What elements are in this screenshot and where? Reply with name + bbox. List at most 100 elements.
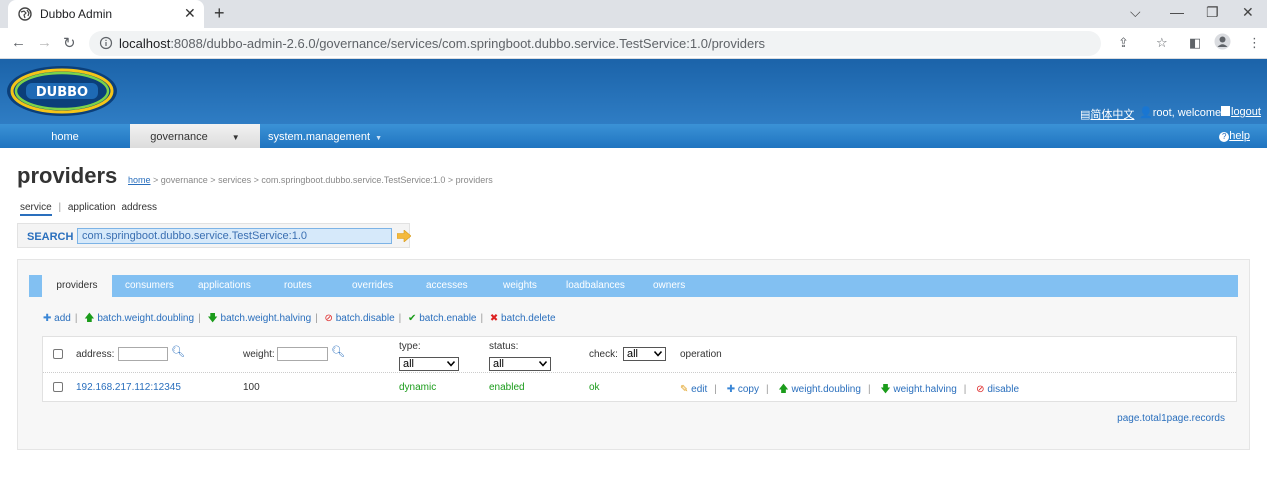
type-filter-select[interactable]: all <box>399 357 459 371</box>
search-box: SEARCH <box>17 223 411 248</box>
forward-icon[interactable]: → <box>37 34 52 51</box>
tab-search-icon[interactable]: ⌵ <box>1130 4 1141 21</box>
menu-home[interactable]: home <box>0 124 130 148</box>
share-icon[interactable]: ⇪ <box>1118 35 1129 51</box>
chevron-down-icon <box>654 351 662 357</box>
welcome-text: root, welcome <box>1152 107 1222 119</box>
page-title: providers <box>17 163 118 188</box>
select-all-checkbox[interactable] <box>53 349 63 359</box>
side-panel-icon[interactable]: ◧ <box>1189 35 1201 51</box>
url-field[interactable]: localhost:8088/dubbo-admin-2.6.0/governa… <box>89 31 1101 56</box>
back-icon[interactable]: ← <box>11 34 26 51</box>
separator: | <box>714 384 717 395</box>
user-icon: 👤 <box>1139 107 1153 119</box>
plus-icon: ✚ <box>726 384 736 395</box>
tab-loadbalances[interactable]: loadbalances <box>566 275 625 297</box>
check-filter-value: all <box>627 348 639 360</box>
browser-tab[interactable]: Dubbo Admin ✕ <box>8 0 204 28</box>
menu-dots-icon[interactable]: ⋮ <box>1248 35 1261 51</box>
add-button[interactable]: ✚ add <box>43 313 71 324</box>
batch-weight-doubling-button[interactable]: 🡅 batch.weight.doubling <box>84 313 194 324</box>
main-menu: home governance ▼ system.management ▼ ? hel… <box>0 124 1267 148</box>
provider-address-link[interactable]: 192.168.217.112:12345 <box>76 382 181 393</box>
tab-address[interactable]: address <box>121 202 157 213</box>
restore-icon[interactable]: ❐ <box>1206 4 1219 21</box>
help-link[interactable]: ? help <box>1219 130 1250 142</box>
new-tab-icon[interactable]: + <box>214 3 225 24</box>
tab-overrides[interactable]: overrides <box>352 275 393 297</box>
status-filter-select[interactable]: all <box>489 357 551 371</box>
provider-status: enabled <box>489 382 525 393</box>
tab-close-icon[interactable]: ✕ <box>184 5 196 22</box>
separator: | <box>315 313 318 324</box>
tab-routes[interactable]: routes <box>284 275 312 297</box>
close-window-icon[interactable]: ✕ <box>1242 4 1254 21</box>
service-tabs: providers consumers applications routes … <box>29 275 1238 297</box>
providers-table: address: 🔍︎ weight: 🔍︎ type: all status:… <box>42 336 1237 402</box>
ban-icon: ⊘ <box>324 313 333 324</box>
arrow-right-icon[interactable] <box>397 230 411 242</box>
enable-label: batch.enable <box>419 313 477 324</box>
star-icon[interactable]: ☆ <box>1156 35 1168 51</box>
menu-governance[interactable]: governance ▼ <box>130 124 260 148</box>
row-checkbox[interactable] <box>53 382 63 392</box>
search-input[interactable] <box>77 228 392 244</box>
breadcrumb-home[interactable]: home <box>128 175 151 185</box>
edit-button[interactable]: ✎ edit <box>680 384 707 395</box>
menu-governance-label: governance <box>150 131 208 143</box>
minimize-icon[interactable]: — <box>1170 4 1184 20</box>
type-filter-value: all <box>403 358 415 370</box>
tab-application[interactable]: application <box>68 202 116 213</box>
weight-doubling-button[interactable]: 🡅 weight.doubling <box>778 384 861 395</box>
tab-owners[interactable]: owners <box>653 275 685 297</box>
batch-disable-button[interactable]: ⊘ batch.disable <box>325 313 395 324</box>
breadcrumb: home > governance > services > com.sprin… <box>128 175 493 185</box>
search-icon[interactable]: 🔍︎ <box>171 345 185 358</box>
weight-filter-input[interactable] <box>277 347 328 361</box>
pagination-info[interactable]: page.total1page.records <box>1117 413 1225 424</box>
tab-applications[interactable]: applications <box>198 275 251 297</box>
caret-down-icon: ▼ <box>231 133 240 142</box>
language-link[interactable]: ▤简体中文 <box>1080 106 1134 122</box>
delete-label: batch.delete <box>501 313 556 324</box>
weight-halving-label: weight.halving <box>893 384 957 395</box>
separator: | <box>765 384 769 395</box>
info-icon[interactable] <box>99 36 113 50</box>
document-icon: ▤ <box>1080 109 1091 121</box>
doubling-label: batch.weight.doubling <box>97 313 195 324</box>
table-header: address: 🔍︎ weight: 🔍︎ type: all status:… <box>43 337 1236 373</box>
tab-consumers[interactable]: consumers <box>125 275 174 297</box>
address-filter-input[interactable] <box>118 347 168 361</box>
separator: | <box>398 313 402 324</box>
weight-halving-button[interactable]: 🡇 weight.halving <box>880 384 956 395</box>
batch-enable-button[interactable]: ✔ batch.enable <box>408 313 476 324</box>
copy-button[interactable]: ✚ copy <box>727 384 759 395</box>
separator: | <box>198 313 201 324</box>
browser-tab-title: Dubbo Admin <box>40 7 113 21</box>
tab-providers[interactable]: providers <box>42 275 112 297</box>
reload-icon[interactable]: ↻ <box>63 34 76 52</box>
tab-service[interactable]: service <box>20 202 52 216</box>
breadcrumb-path: > governance > services > com.springboot… <box>150 175 493 185</box>
menu-system-management[interactable]: system.management ▼ <box>260 124 390 148</box>
tab-weights[interactable]: weights <box>503 275 537 297</box>
check-filter-select[interactable]: all <box>623 347 666 361</box>
weight-filter-label: weight: <box>243 349 275 360</box>
logout-link[interactable]: logout <box>1221 106 1261 118</box>
batch-weight-halving-button[interactable]: 🡇 batch.weight.halving <box>207 313 311 324</box>
search-icon[interactable]: 🔍︎ <box>331 345 345 358</box>
ban-icon: ⊘ <box>976 384 985 395</box>
check-icon: ✔ <box>408 313 417 324</box>
profile-icon[interactable] <box>1214 33 1231 53</box>
provider-check: ok <box>589 382 600 393</box>
disable-button[interactable]: ⊘ disable <box>976 384 1019 395</box>
tab-accesses[interactable]: accesses <box>426 275 468 297</box>
providers-panel: providers consumers applications routes … <box>17 259 1250 450</box>
menu-home-label: home <box>51 131 79 143</box>
batch-delete-button[interactable]: ✖ batch.delete <box>490 313 556 324</box>
add-label: add <box>54 313 71 324</box>
search-label: SEARCH <box>27 231 74 243</box>
tab-separator: | <box>58 202 62 213</box>
arrow-up-icon: 🡅 <box>84 313 95 324</box>
arrow-up-icon: 🡅 <box>778 384 789 395</box>
